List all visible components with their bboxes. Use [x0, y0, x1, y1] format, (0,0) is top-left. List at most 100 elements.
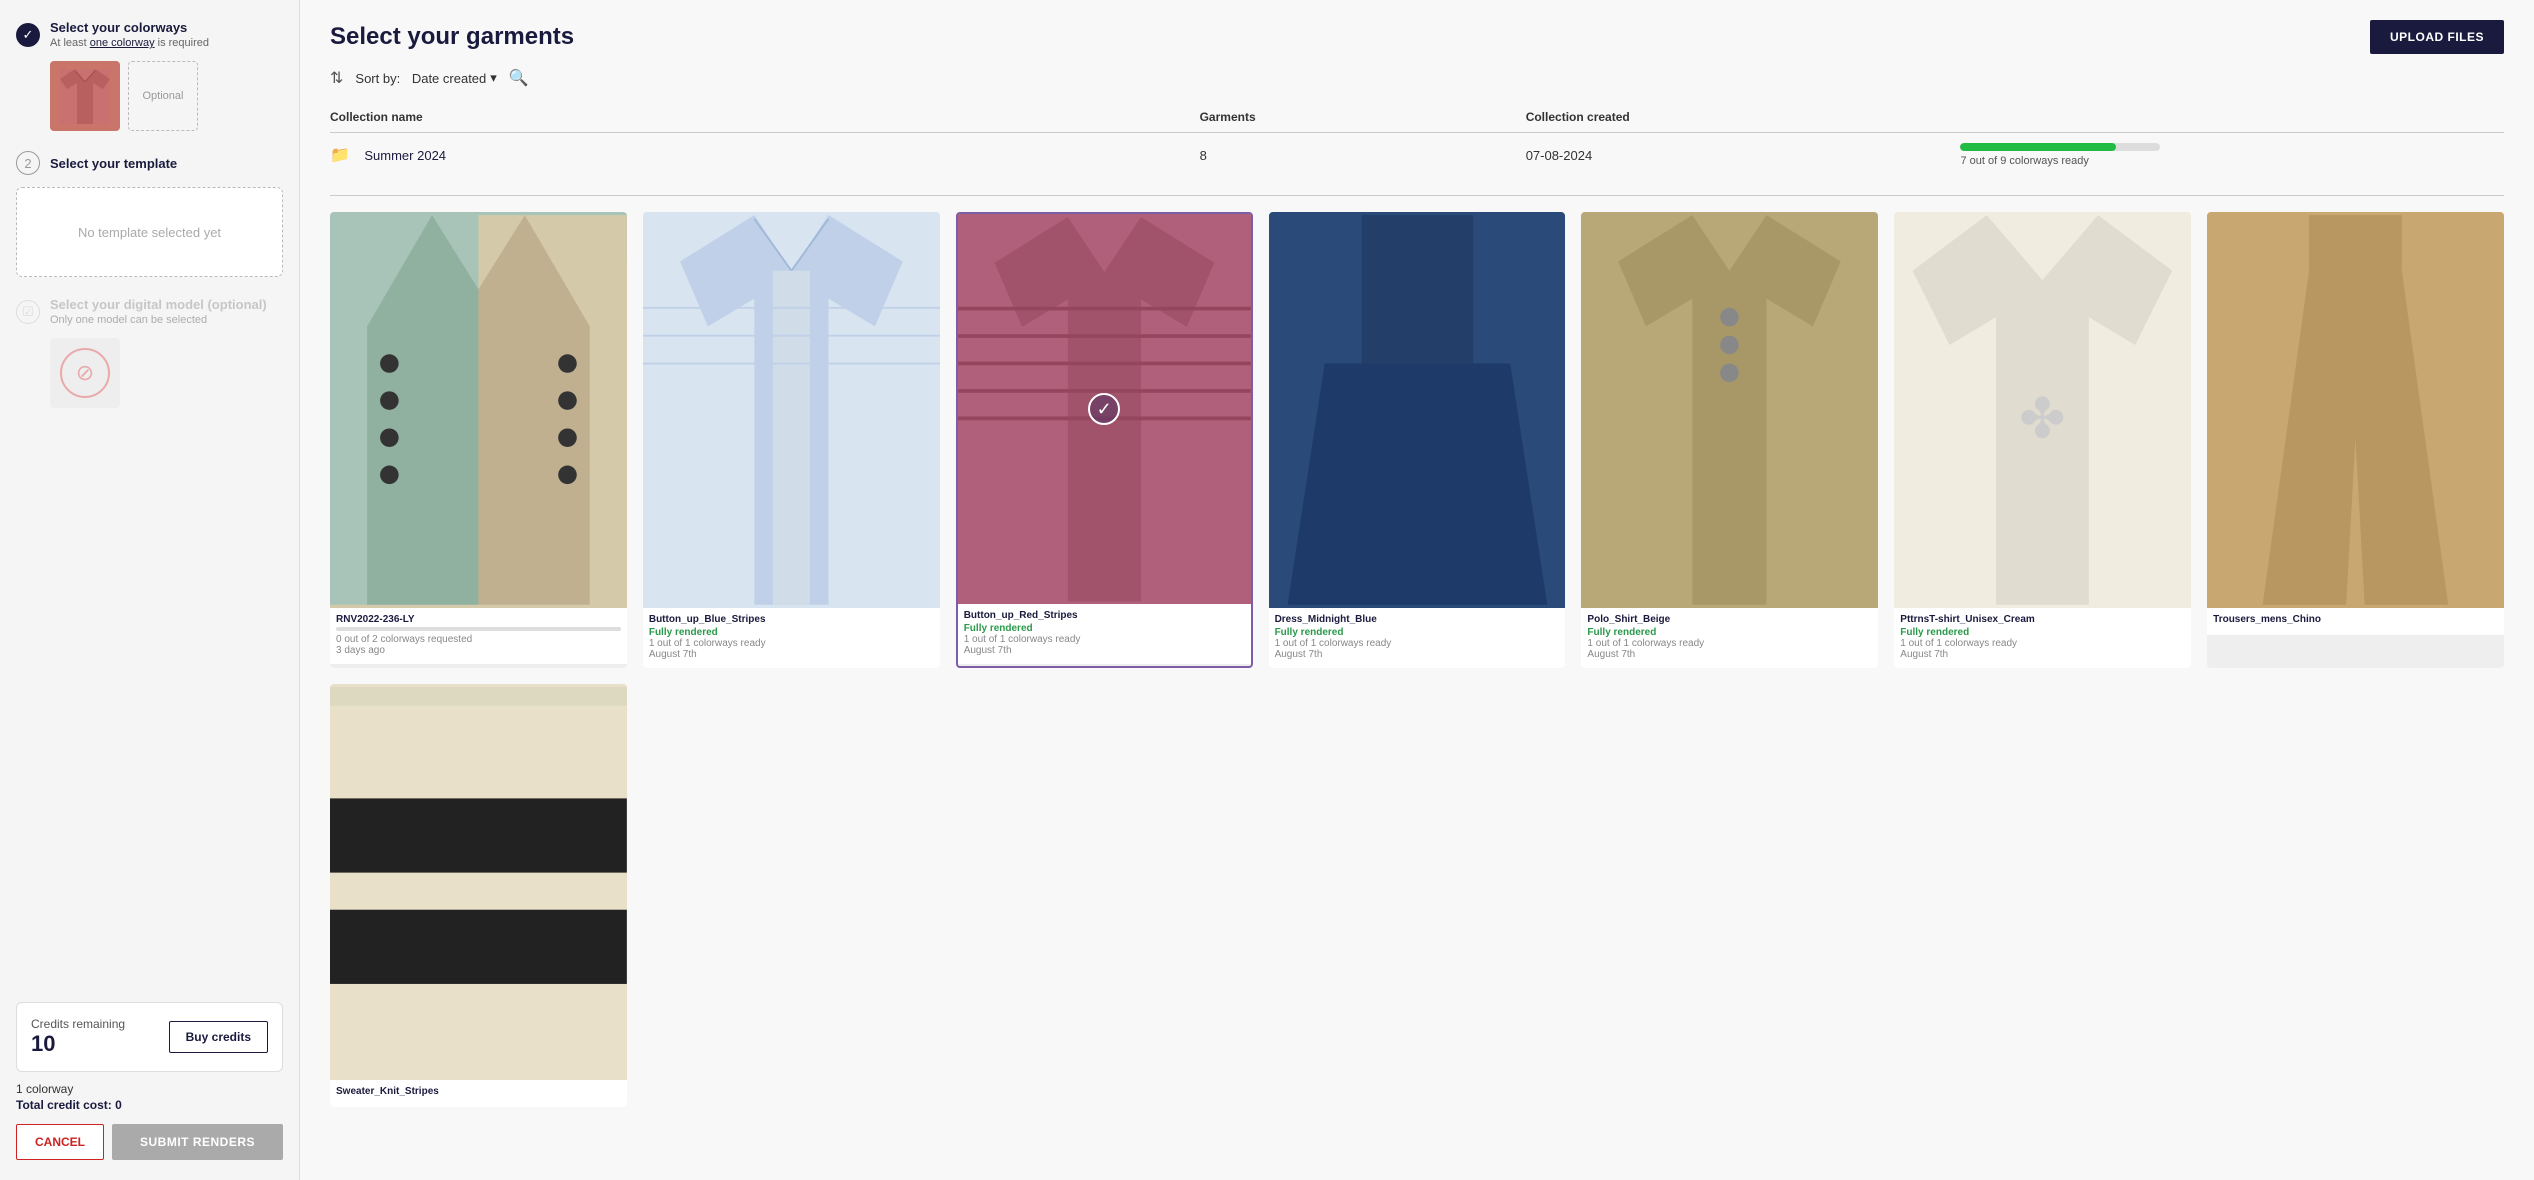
tshirt-svg: ✤: [1894, 212, 2191, 608]
step1-check-icon: ✓: [16, 23, 40, 47]
col-progress: [1960, 102, 2504, 133]
progress-wrap: 7 out of 9 colorways ready: [1960, 143, 2504, 167]
optional-label: Optional: [143, 90, 184, 102]
step1-subtitle: At least one colorway is required: [50, 37, 209, 49]
garment-img-sweater: [330, 684, 627, 1080]
garment-card-polo[interactable]: Polo_Shirt_Beige Fully rendered 1 out of…: [1581, 212, 1878, 668]
progress-label: 7 out of 9 colorways ready: [1960, 155, 2504, 167]
credits-section: Credits remaining 10 Buy credits 1 color…: [16, 1002, 283, 1160]
step3-section: ☑ Select your digital model (optional) O…: [16, 297, 283, 408]
shirt-svg: [60, 69, 110, 124]
garment-meta-polo: 1 out of 1 colorways ready: [1587, 638, 1872, 649]
model-thumb[interactable]: ⊘: [50, 338, 120, 408]
garment-card-tshirt[interactable]: ✤ PttrnsT-shirt_Unisex_Cream Fully rende…: [1894, 212, 2191, 668]
garment-info-sweater: Sweater_Knit_Stripes: [330, 1080, 627, 1107]
garment-card-dress[interactable]: Dress_Midnight_Blue Fully rendered 1 out…: [1269, 212, 1566, 668]
garment-info-tshirt: PttrnsT-shirt_Unisex_Cream Fully rendere…: [1894, 608, 2191, 668]
garment-img-rnv: [330, 212, 627, 608]
garment-date-red: August 7th: [964, 645, 1245, 656]
garment-info-dress: Dress_Midnight_Blue Fully rendered 1 out…: [1269, 608, 1566, 668]
search-icon[interactable]: 🔍: [509, 68, 529, 88]
garment-info-polo: Polo_Shirt_Beige Fully rendered 1 out of…: [1581, 608, 1878, 668]
blazer-svg: [330, 212, 627, 608]
garment-card-trousers[interactable]: Trousers_mens_Chino: [2207, 212, 2504, 668]
garment-card-red-shirt[interactable]: ✓ Button_up_Red_Stripes Fully rendered 1…: [956, 212, 1253, 668]
content-area: Collection name Garments Collection crea…: [300, 102, 2534, 1180]
garment-meta-red: 1 out of 1 colorways ready: [964, 634, 1245, 645]
sort-label: Sort by: Date created ▾: [355, 70, 496, 86]
col-collection-created: Collection created: [1526, 102, 1961, 133]
template-box[interactable]: No template selected yet: [16, 187, 283, 277]
garment-progress-rnv: [336, 627, 621, 631]
step3-subtitle: Only one model can be selected: [50, 314, 267, 326]
collection-date-cell: 07-08-2024: [1526, 133, 1961, 178]
table-header-row: Collection name Garments Collection crea…: [330, 102, 2504, 133]
garment-date-polo: August 7th: [1587, 649, 1872, 660]
cancel-button[interactable]: CANCEL: [16, 1124, 104, 1160]
dress-svg: [1269, 212, 1566, 608]
garment-status-red: Fully rendered: [964, 623, 1245, 634]
sort-bar: ⇅ Sort by: Date created ▾ 🔍: [300, 68, 2534, 102]
submit-renders-button[interactable]: SUBMIT RENDERS: [112, 1124, 283, 1160]
progress-cell: 7 out of 9 colorways ready: [1960, 133, 2504, 178]
garment-name-polo: Polo_Shirt_Beige: [1587, 614, 1872, 625]
garment-card-blue-shirt[interactable]: Button_up_Blue_Stripes Fully rendered 1 …: [643, 212, 940, 668]
garment-name-tshirt: PttrnsT-shirt_Unisex_Cream: [1900, 614, 2185, 625]
garment-status-tshirt: Fully rendered: [1900, 627, 2185, 638]
credit-cost: Total credit cost: 0: [16, 1098, 283, 1112]
blue-shirt-svg: [643, 212, 940, 608]
step2-title: Select your template: [50, 156, 177, 171]
folder-icon: 📁: [330, 147, 350, 164]
right-panel: Select your garments UPLOAD FILES ⇅ Sort…: [300, 0, 2534, 1180]
garment-status-blue: Fully rendered: [649, 627, 934, 638]
no-template-text: No template selected yet: [78, 225, 221, 240]
progress-bar-fill: [1960, 143, 2116, 151]
step3-title: Select your digital model (optional): [50, 297, 267, 312]
divider: [330, 195, 2504, 196]
garment-img-polo: [1581, 212, 1878, 608]
garment-date-tshirt: August 7th: [1900, 649, 2185, 660]
check-circle-icon: ✓: [1088, 393, 1120, 425]
credits-info: Credits remaining 10: [31, 1017, 125, 1057]
buy-credits-button[interactable]: Buy credits: [169, 1021, 268, 1053]
selected-overlay: ✓: [958, 214, 1251, 604]
garment-card-rnv[interactable]: RNV2022-236-LY 0 out of 2 colorways requ…: [330, 212, 627, 668]
collection-row[interactable]: 📁 Summer 2024 8 07-08-2024 7 out of 9 co…: [330, 133, 2504, 178]
sweater-svg: [330, 684, 627, 1080]
garment-meta-blue: 1 out of 1 colorways ready: [649, 638, 934, 649]
upload-files-button[interactable]: UPLOAD FILES: [2370, 20, 2504, 54]
garment-meta-tshirt: 1 out of 1 colorways ready: [1900, 638, 2185, 649]
garment-info-trousers: Trousers_mens_Chino: [2207, 608, 2504, 635]
garment-card-sweater[interactable]: Sweater_Knit_Stripes: [330, 684, 627, 1107]
collection-table: Collection name Garments Collection crea…: [330, 102, 2504, 177]
bottom-buttons: CANCEL SUBMIT RENDERS: [16, 1124, 283, 1160]
garment-img-dress: [1269, 212, 1566, 608]
colorway-thumb-shirt[interactable]: [50, 61, 120, 131]
colorway-count: 1 colorway: [16, 1082, 283, 1096]
garment-meta-rnv: 0 out of 2 colorways requested: [336, 634, 621, 645]
garment-date-rnv: 3 days ago: [336, 645, 621, 656]
garment-info-red: Button_up_Red_Stripes Fully rendered 1 o…: [958, 604, 1251, 664]
garment-name-blue: Button_up_Blue_Stripes: [649, 614, 934, 625]
credits-box: Credits remaining 10 Buy credits: [16, 1002, 283, 1072]
step1-title: Select your colorways: [50, 20, 209, 35]
garment-status-dress: Fully rendered: [1275, 627, 1560, 638]
polo-svg: [1581, 212, 1878, 608]
trousers-svg: [2207, 212, 2504, 608]
step3-number: ☑: [16, 300, 40, 324]
sort-icon: ⇅: [330, 68, 343, 88]
step2-header: 2 Select your template: [16, 151, 283, 175]
garment-name-dress: Dress_Midnight_Blue: [1275, 614, 1560, 625]
optional-box[interactable]: Optional: [128, 61, 198, 131]
sort-chevron-icon: ▾: [490, 70, 497, 86]
collection-name-cell: 📁 Summer 2024: [330, 133, 1200, 178]
collection-name: Summer 2024: [364, 148, 446, 163]
garment-date-dress: August 7th: [1275, 649, 1560, 660]
garment-date-blue: August 7th: [649, 649, 934, 660]
right-header: Select your garments UPLOAD FILES: [300, 0, 2534, 68]
step1-section: ✓ Select your colorways At least one col…: [16, 20, 283, 131]
garment-info-blue: Button_up_Blue_Stripes Fully rendered 1 …: [643, 608, 940, 668]
garment-info-rnv: RNV2022-236-LY 0 out of 2 colorways requ…: [330, 608, 627, 664]
model-section: ⊘: [16, 338, 283, 408]
no-model-icon: ⊘: [60, 348, 110, 398]
